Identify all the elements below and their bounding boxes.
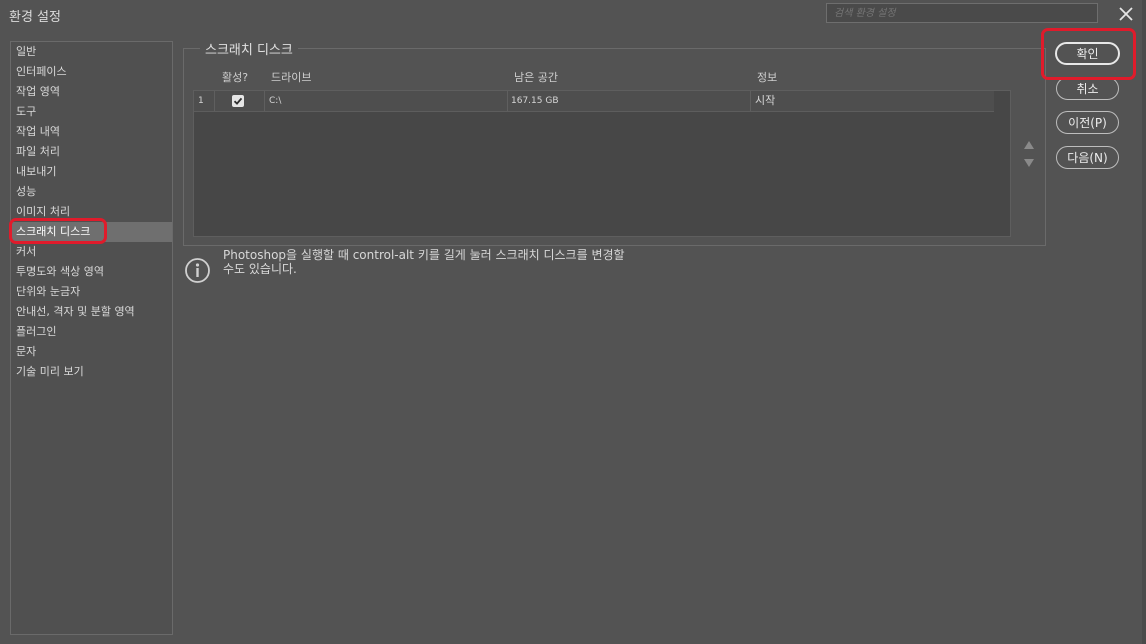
sidebar-item-type[interactable]: 문자 xyxy=(11,342,172,362)
sidebar-item-transparency-gamut[interactable]: 투명도와 색상 영역 xyxy=(11,262,172,282)
info-cell: 시작 xyxy=(750,91,775,111)
active-checkbox[interactable] xyxy=(232,95,244,107)
cancel-button[interactable]: 취소 xyxy=(1056,77,1119,100)
move-up-button[interactable] xyxy=(1023,139,1035,151)
sidebar-item-tools[interactable]: 도구 xyxy=(11,102,172,122)
free-space-cell: 167.15 GB xyxy=(507,91,559,111)
close-icon xyxy=(1119,7,1133,21)
column-header-info: 정보 xyxy=(757,71,778,84)
ok-button[interactable]: 확인 xyxy=(1055,42,1120,65)
sidebar-item-performance[interactable]: 성능 xyxy=(11,182,172,202)
sidebar-item-guides-grid-slices[interactable]: 안내선, 격자 및 분할 영역 xyxy=(11,302,172,322)
close-button[interactable] xyxy=(1116,5,1136,23)
info-icon xyxy=(185,258,210,283)
row-index: 1 xyxy=(198,96,204,106)
search-input[interactable] xyxy=(826,3,1098,23)
sidebar-item-interface[interactable]: 인터페이스 xyxy=(11,62,172,82)
sidebar-item-technology-previews[interactable]: 기술 미리 보기 xyxy=(11,362,172,382)
scratch-disk-table xyxy=(193,90,1011,237)
drive-cell: C:\ xyxy=(264,91,281,111)
sidebar-item-scratch-disks[interactable]: 스크래치 디스크 xyxy=(11,222,172,242)
window-edge xyxy=(1142,0,1146,644)
column-header-free-space: 남은 공간 xyxy=(514,71,558,84)
move-down-button[interactable] xyxy=(1023,157,1035,169)
table-row[interactable]: 1 C:\ 167.15 GB 시작 xyxy=(194,91,994,112)
sidebar-item-general[interactable]: 일반 xyxy=(11,42,172,62)
sidebar-item-plugins[interactable]: 플러그인 xyxy=(11,322,172,342)
sidebar-item-history[interactable]: 작업 내역 xyxy=(11,122,172,142)
triangle-up-icon xyxy=(1024,141,1034,149)
window-title: 환경 설정 xyxy=(9,10,61,25)
sidebar-item-workspace[interactable]: 작업 영역 xyxy=(11,82,172,102)
sidebar-item-units-rulers[interactable]: 단위와 눈금자 xyxy=(11,282,172,302)
info-message: Photoshop을 실행할 때 control-alt 키를 길게 눌러 스크… xyxy=(223,248,693,276)
preferences-sidebar: 일반 인터페이스 작업 영역 도구 작업 내역 파일 처리 내보내기 성능 이미… xyxy=(10,41,173,635)
scratch-disks-title: 스크래치 디스크 xyxy=(200,39,298,58)
title-bar: 환경 설정 xyxy=(0,0,1146,28)
triangle-down-icon xyxy=(1024,159,1034,167)
column-header-drive: 드라이브 xyxy=(271,71,312,84)
column-header-active: 활성? xyxy=(222,71,249,84)
check-icon xyxy=(233,97,243,105)
sidebar-item-export[interactable]: 내보내기 xyxy=(11,162,172,182)
sidebar-item-file-handling[interactable]: 파일 처리 xyxy=(11,142,172,162)
info-line-2: 수도 있습니다. xyxy=(223,262,297,276)
prev-button[interactable]: 이전(P) xyxy=(1056,111,1119,134)
sidebar-item-cursors[interactable]: 커서 xyxy=(11,242,172,262)
next-button[interactable]: 다음(N) xyxy=(1056,146,1119,169)
info-line-1: Photoshop을 실행할 때 control-alt 키를 길게 눌러 스크… xyxy=(223,248,625,262)
sidebar-item-image-processing[interactable]: 이미지 처리 xyxy=(11,202,172,222)
